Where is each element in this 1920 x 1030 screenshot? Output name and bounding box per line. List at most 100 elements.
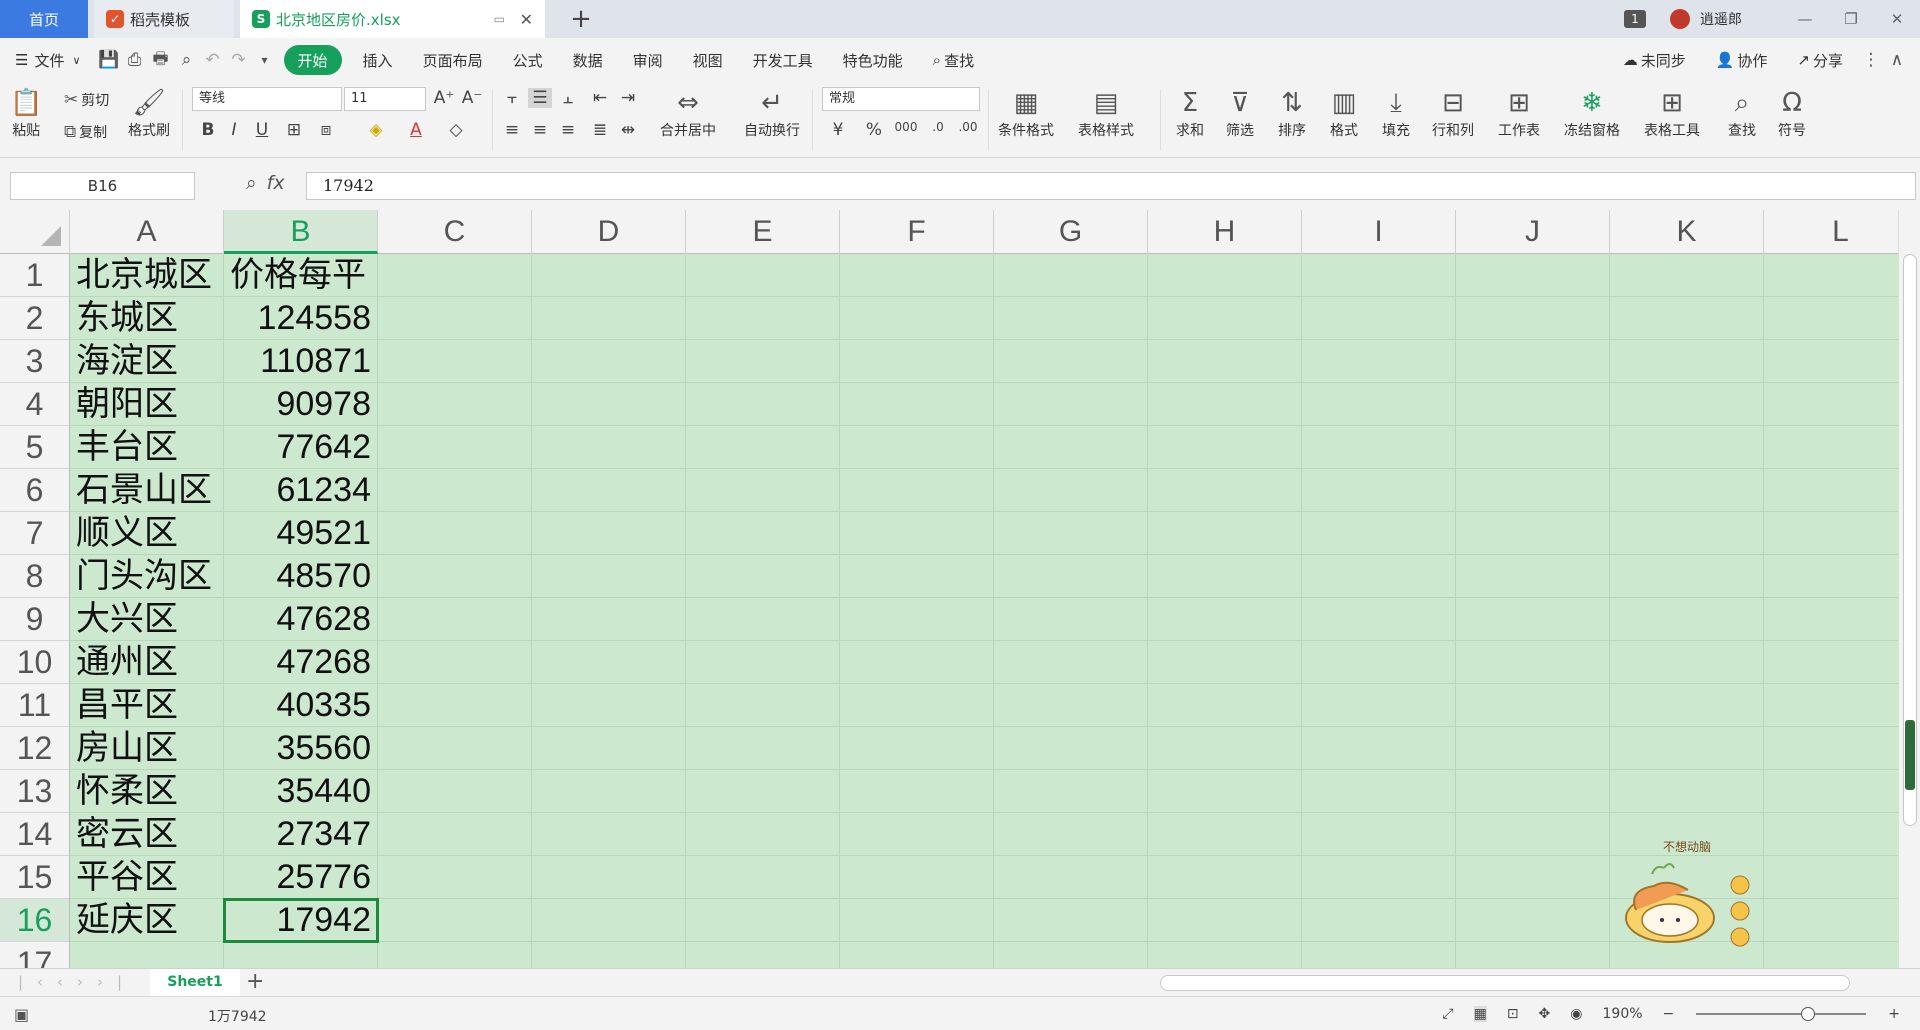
cell-h9[interactable] <box>1148 598 1302 641</box>
column-header-k[interactable]: K <box>1610 210 1764 254</box>
cell-l10[interactable] <box>1764 641 1918 684</box>
cell-i3[interactable] <box>1302 340 1456 383</box>
increase-decimal-icon[interactable]: .0 <box>926 120 950 134</box>
sort-button[interactable]: ⇅ 排序 <box>1278 86 1306 140</box>
cell-f16[interactable] <box>840 899 994 942</box>
cell-f12[interactable] <box>840 727 994 770</box>
cell-e11[interactable] <box>686 684 840 727</box>
cell-e9[interactable] <box>686 598 840 641</box>
menu-review[interactable]: 审阅 <box>618 45 678 75</box>
cell-f15[interactable] <box>840 856 994 899</box>
user-name[interactable]: 逍遥郎 <box>1700 9 1742 29</box>
cell-a2[interactable]: 东城区 <box>70 297 224 340</box>
column-header-b[interactable]: B <box>224 210 378 254</box>
cell-g11[interactable] <box>994 684 1148 727</box>
cell-g4[interactable] <box>994 383 1148 426</box>
cell-d1[interactable] <box>532 254 686 297</box>
row-header-11[interactable]: 11 <box>0 684 69 727</box>
freeze-panes-button[interactable]: ❄ 冻结窗格 <box>1564 86 1620 140</box>
cell-l5[interactable] <box>1764 426 1918 469</box>
cell-g2[interactable] <box>994 297 1148 340</box>
cell-e2[interactable] <box>686 297 840 340</box>
column-header-j[interactable]: J <box>1456 210 1610 254</box>
cut-button[interactable]: ✂ 剪切 <box>64 90 109 110</box>
cell-b16[interactable]: 17942 <box>223 898 379 943</box>
cell-k11[interactable] <box>1610 684 1764 727</box>
row-header-9[interactable]: 9 <box>0 598 69 641</box>
cell-e4[interactable] <box>686 383 840 426</box>
menu-search[interactable]: ⌕ 查找 <box>918 45 989 75</box>
italic-icon[interactable]: I <box>222 120 246 140</box>
cell-l13[interactable] <box>1764 770 1918 813</box>
cell-c1[interactable] <box>378 254 532 297</box>
cell-d15[interactable] <box>532 856 686 899</box>
tab-float-icon[interactable]: ▭ <box>494 12 505 26</box>
cell-f7[interactable] <box>840 512 994 555</box>
tab-daoke-templates[interactable]: ✓ 稻壳模板 <box>94 0 234 38</box>
row-header-12[interactable]: 12 <box>0 727 69 770</box>
new-tab-button[interactable]: + <box>566 4 596 34</box>
menu-insert[interactable]: 插入 <box>348 45 408 75</box>
filter-button[interactable]: ⊽ 筛选 <box>1226 86 1254 140</box>
menu-data[interactable]: 数据 <box>558 45 618 75</box>
cell-g8[interactable] <box>994 555 1148 598</box>
cell-e14[interactable] <box>686 813 840 856</box>
cell-g1[interactable] <box>994 254 1148 297</box>
align-center-icon[interactable]: ≡ <box>528 120 552 140</box>
cell-g16[interactable] <box>994 899 1148 942</box>
cell-k8[interactable] <box>1610 555 1764 598</box>
cell-h7[interactable] <box>1148 512 1302 555</box>
cell-h12[interactable] <box>1148 727 1302 770</box>
cell-j8[interactable] <box>1456 555 1610 598</box>
more-icon[interactable]: ⋮ <box>1858 50 1884 70</box>
cell-i14[interactable] <box>1302 813 1456 856</box>
cell-g3[interactable] <box>994 340 1148 383</box>
column-header-g[interactable]: G <box>994 210 1148 254</box>
tab-file[interactable]: S 北京地区房价.xlsx ▭ ✕ <box>240 0 545 38</box>
sheet-tab-active[interactable]: Sheet1 <box>150 969 240 996</box>
paste-button[interactable]: 📋 粘贴 <box>10 86 42 140</box>
cell-d8[interactable] <box>532 555 686 598</box>
cell-f8[interactable] <box>840 555 994 598</box>
thousands-icon[interactable]: 000 <box>894 120 918 134</box>
table-style-button[interactable]: ▤ 表格样式 <box>1078 86 1134 140</box>
cell-c8[interactable] <box>378 555 532 598</box>
font-name-select[interactable]: 等线 <box>192 87 342 111</box>
cell-h3[interactable] <box>1148 340 1302 383</box>
cell-j15[interactable] <box>1456 856 1610 899</box>
align-bottom-icon[interactable]: ⫠ <box>556 88 580 108</box>
cell-j9[interactable] <box>1456 598 1610 641</box>
cell-d6[interactable] <box>532 469 686 512</box>
cell-j12[interactable] <box>1456 727 1610 770</box>
cell-h17[interactable] <box>1148 942 1302 968</box>
menu-view[interactable]: 视图 <box>678 45 738 75</box>
collapse-ribbon-icon[interactable]: ∧ <box>1884 50 1910 70</box>
name-box[interactable]: B16 <box>10 172 195 200</box>
cell-a11[interactable]: 昌平区 <box>70 684 224 727</box>
zoom-slider[interactable] <box>1696 1007 1867 1021</box>
cell-c2[interactable] <box>378 297 532 340</box>
cell-e7[interactable] <box>686 512 840 555</box>
font-size-select[interactable]: 11 <box>344 87 426 111</box>
cell-g17[interactable] <box>994 942 1148 968</box>
cell-c14[interactable] <box>378 813 532 856</box>
cell-d4[interactable] <box>532 383 686 426</box>
cell-k3[interactable] <box>1610 340 1764 383</box>
cell-g5[interactable] <box>994 426 1148 469</box>
cell-l3[interactable] <box>1764 340 1918 383</box>
cell-k9[interactable] <box>1610 598 1764 641</box>
cell-e10[interactable] <box>686 641 840 684</box>
cell-d14[interactable] <box>532 813 686 856</box>
justify-icon[interactable]: ≣ <box>588 120 612 140</box>
cell-c10[interactable] <box>378 641 532 684</box>
cell-style-icon[interactable]: ⧈ <box>314 120 338 140</box>
cell-j7[interactable] <box>1456 512 1610 555</box>
cell-i2[interactable] <box>1302 297 1456 340</box>
cell-b4[interactable]: 90978 <box>224 383 378 426</box>
file-menu[interactable]: ☰ 文件 ∨ <box>0 45 96 75</box>
restore-icon[interactable]: ❐ <box>1828 10 1874 28</box>
column-header-l[interactable]: L <box>1764 210 1918 254</box>
cell-h6[interactable] <box>1148 469 1302 512</box>
cell-b17[interactable] <box>224 942 378 968</box>
symbol-button[interactable]: Ω 符号 <box>1778 86 1806 140</box>
